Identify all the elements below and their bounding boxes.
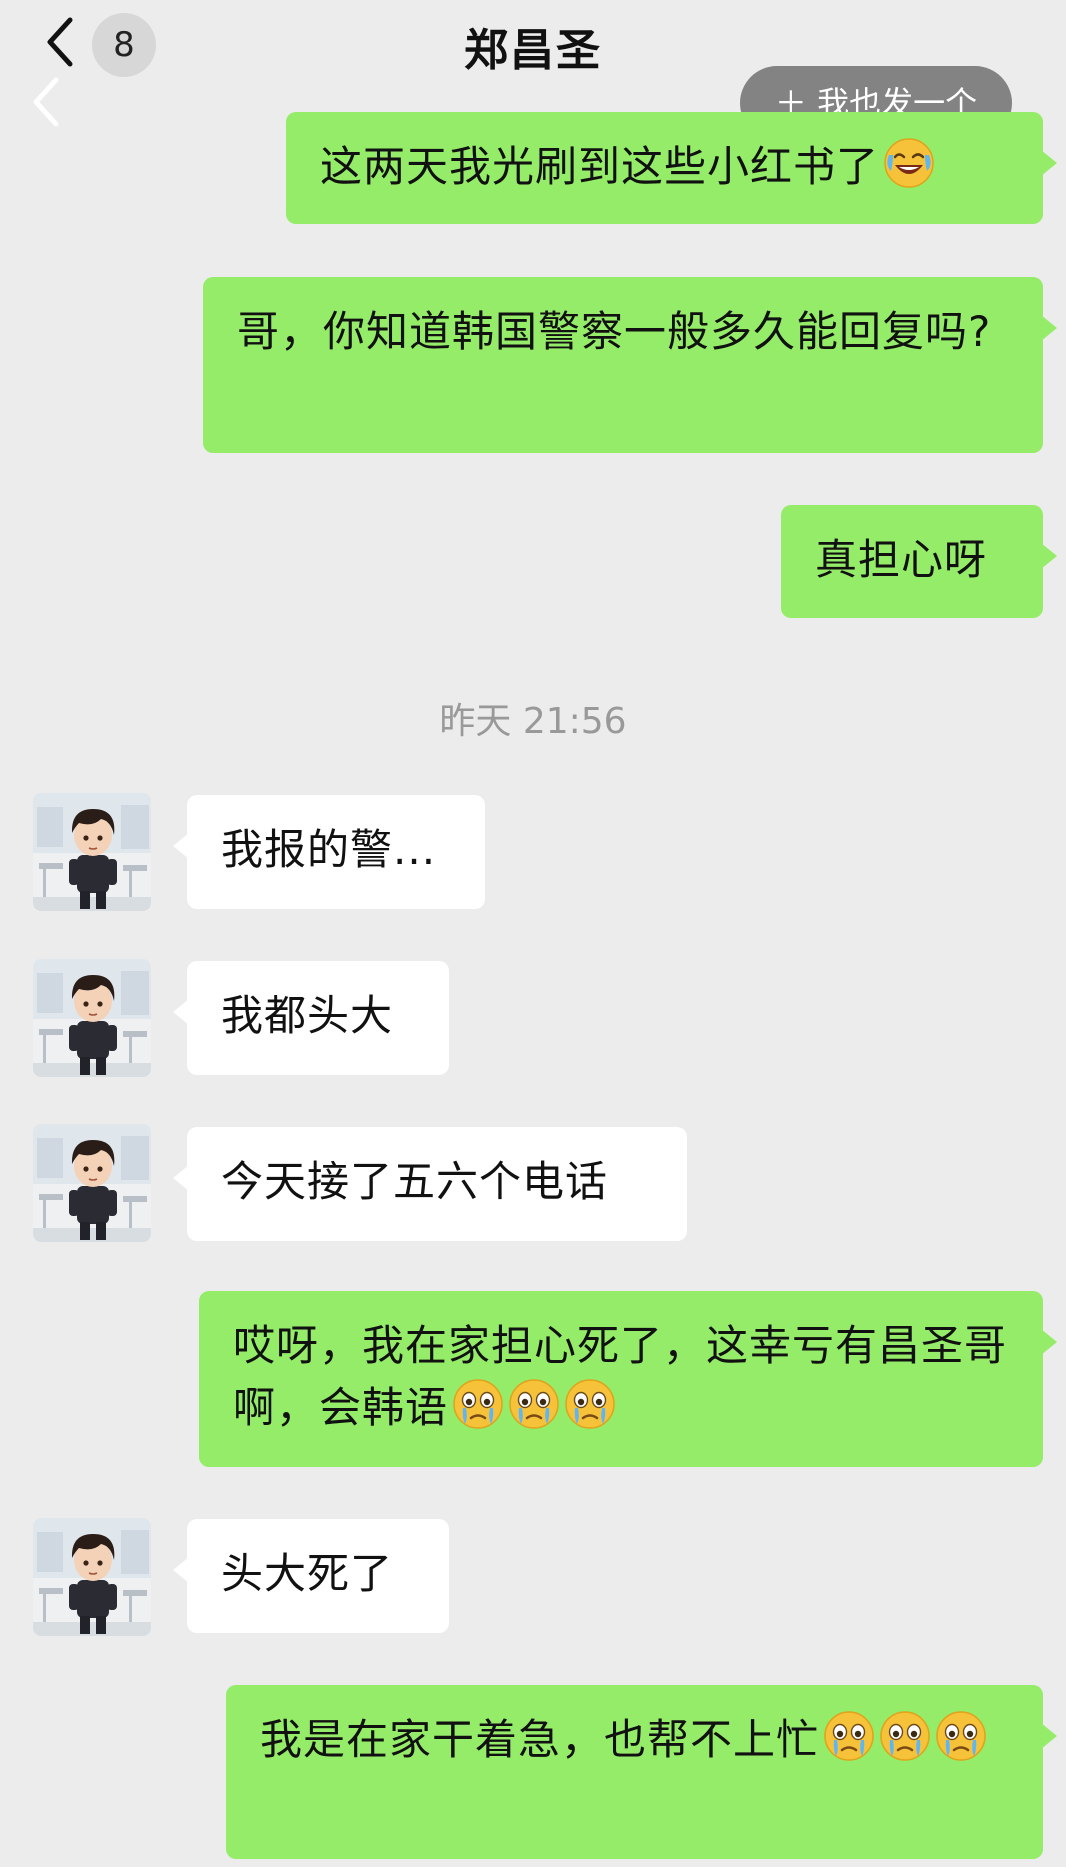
message-text: 今天接了五六个电话 (221, 1157, 609, 1206)
crying-emoji-icon (508, 1378, 560, 1430)
message-text: 哎呀，我在家担心死了，这幸亏有昌圣哥啊，会韩语 (233, 1321, 1008, 1432)
crying-emoji-icon (935, 1710, 987, 1762)
crying-emoji-icon (879, 1710, 931, 1762)
message-text: 真担心呀 (815, 535, 988, 584)
crying-emoji-icon (452, 1378, 504, 1430)
incoming-message[interactable]: 头大死了 (173, 1519, 449, 1633)
message-text: 我是在家干着急，也帮不上忙 (260, 1715, 820, 1764)
incoming-message[interactable]: 我报的警... (173, 795, 485, 909)
message-text: 头大死了 (221, 1549, 394, 1598)
chevron-left-icon[interactable] (28, 72, 64, 132)
timestamp: 昨天 21:56 (439, 701, 627, 742)
outgoing-message[interactable]: 哎呀，我在家担心死了，这幸亏有昌圣哥啊，会韩语 (199, 1291, 1057, 1467)
incoming-message[interactable]: 今天接了五六个电话 (173, 1127, 687, 1241)
outgoing-message[interactable]: 哥，你知道韩国警察一般多久能回复吗? (203, 277, 1057, 453)
avatar[interactable] (33, 1518, 151, 1636)
incoming-message[interactable]: 我都头大 (173, 961, 449, 1075)
message-text: 这两天我光刷到这些小红书了 (320, 142, 880, 191)
crying-emoji-icon (564, 1378, 616, 1430)
avatar[interactable] (33, 1124, 151, 1242)
laugh-cry-emoji-icon (883, 137, 935, 189)
outgoing-message[interactable]: 这两天我光刷到这些小红书了 (286, 112, 1057, 224)
message-text: 我报的警... (221, 825, 437, 874)
outgoing-message[interactable]: 真担心呀 (781, 505, 1057, 618)
outgoing-message[interactable]: 我是在家干着急，也帮不上忙 (226, 1685, 1057, 1859)
crying-emoji-icon (823, 1710, 875, 1762)
avatar[interactable] (33, 959, 151, 1077)
avatar[interactable] (33, 793, 151, 911)
message-text: 哥，你知道韩国警察一般多久能回复吗? (237, 307, 992, 356)
message-text: 我都头大 (221, 991, 394, 1040)
